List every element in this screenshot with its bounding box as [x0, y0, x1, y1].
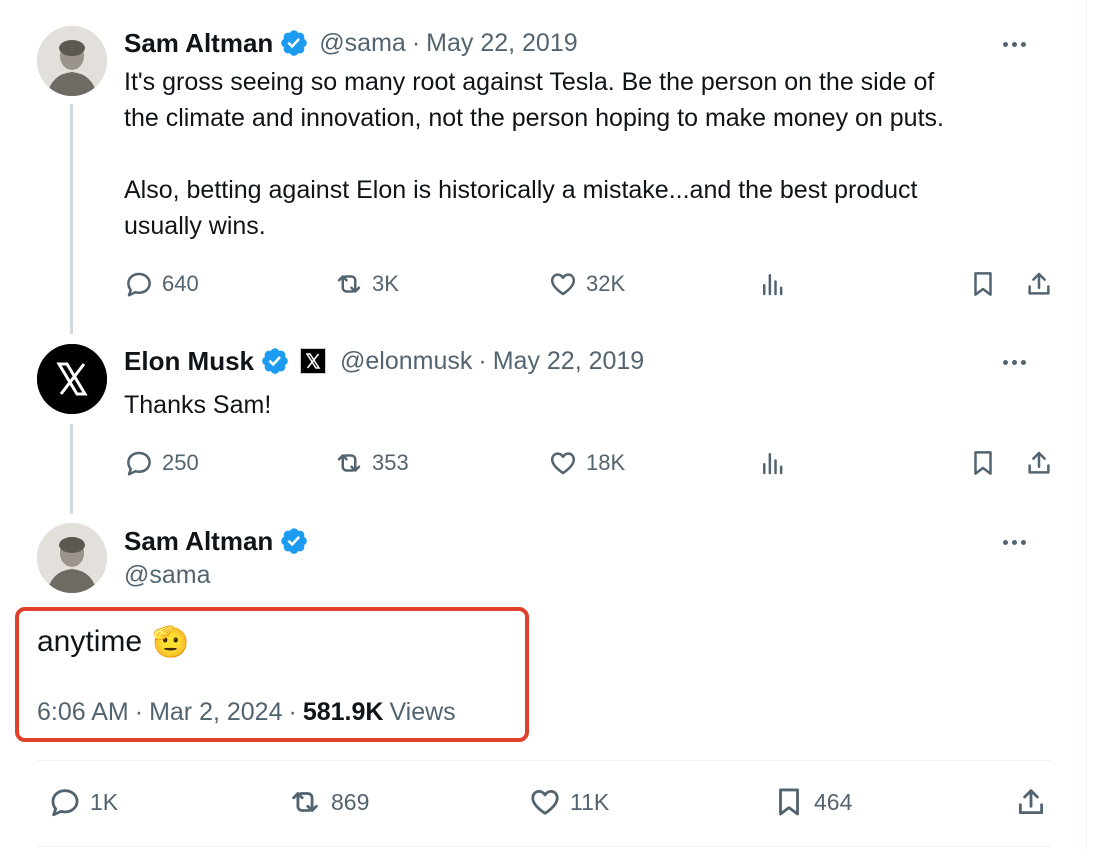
- views-icon: [763, 274, 783, 296]
- like-button[interactable]: 32K: [548, 269, 625, 299]
- thread-line: [70, 424, 73, 514]
- reply-count: 1K: [90, 788, 119, 815]
- main-tweet-header: Sam Altman: [124, 524, 309, 558]
- tweet-date[interactable]: May 22, 2019: [426, 29, 578, 58]
- reply-count: 640: [162, 271, 199, 296]
- tweet-text-line: usually wins.: [124, 212, 266, 240]
- like-icon: [531, 789, 559, 815]
- reply-button[interactable]: 250: [124, 448, 199, 478]
- retweet-icon: [337, 454, 361, 472]
- reply-icon: [127, 451, 151, 476]
- avatar-elon[interactable]: [37, 344, 107, 414]
- tweet-text-blank: [124, 136, 1064, 172]
- retweet-button[interactable]: 869: [287, 785, 369, 819]
- verified-badge-icon: [281, 30, 308, 56]
- reply-button[interactable]: 640: [124, 269, 199, 299]
- reply-count: 250: [162, 450, 199, 475]
- bookmark-button[interactable]: [968, 269, 998, 299]
- tweet-text-line: the climate and innovation, not the pers…: [124, 104, 944, 132]
- retweet-button[interactable]: 353: [334, 448, 409, 478]
- share-button[interactable]: [1014, 785, 1048, 819]
- divider: [37, 760, 1051, 761]
- share-icon: [1028, 272, 1050, 295]
- views-button[interactable]: [758, 448, 788, 478]
- author-handle[interactable]: @sama: [124, 561, 211, 590]
- more-icon[interactable]: [1003, 360, 1026, 365]
- separator-dot: ·: [478, 346, 487, 375]
- tweet-text-line: Also, betting against Elon is historical…: [124, 176, 918, 204]
- thread-line: [70, 104, 73, 334]
- bookmark-count: 464: [814, 788, 853, 815]
- like-count: 11K: [570, 788, 610, 815]
- bookmark-button[interactable]: 464: [772, 785, 852, 819]
- highlight-box: [15, 607, 529, 742]
- tweet-2-text: Thanks Sam!: [124, 391, 272, 419]
- views-button[interactable]: [758, 269, 788, 299]
- separator-dot: ·: [411, 28, 421, 57]
- tweet-1-text: It's gross seeing so many root against T…: [124, 64, 1064, 244]
- tweet-text-line: It's gross seeing so many root against T…: [124, 68, 935, 96]
- reply-button[interactable]: 1K: [48, 785, 118, 819]
- tweet-thread: Sam Altman @sama · May 22, 2019 It's gro…: [0, 0, 1087, 850]
- retweet-count: 353: [372, 450, 409, 475]
- like-icon: [550, 452, 576, 475]
- like-count: 32K: [586, 271, 626, 296]
- bookmark-icon: [974, 272, 992, 296]
- share-icon: [1018, 789, 1044, 815]
- x-logo-icon: [37, 344, 107, 414]
- like-button[interactable]: 18K: [548, 448, 625, 478]
- share-button[interactable]: [1024, 448, 1054, 478]
- author-name[interactable]: Elon Musk: [124, 346, 254, 377]
- avatar-sam[interactable]: [37, 523, 107, 593]
- author-name[interactable]: Sam Altman: [124, 28, 273, 59]
- like-count: 18K: [586, 450, 626, 475]
- divider: [37, 846, 1051, 847]
- views-icon: [763, 453, 783, 475]
- author-handle[interactable]: @sama: [319, 29, 406, 58]
- bookmark-icon: [974, 451, 992, 475]
- avatar-sam[interactable]: [37, 26, 107, 96]
- like-icon: [550, 273, 576, 296]
- more-icon[interactable]: [1003, 42, 1026, 47]
- tweet-2-header: Elon Musk @elonmusk · May 22, 2019: [124, 344, 644, 378]
- retweet-count: 869: [331, 788, 370, 815]
- retweet-button[interactable]: 3K: [334, 269, 399, 299]
- tweet-1-header: Sam Altman @sama · May 22, 2019: [124, 26, 578, 60]
- retweet-count: 3K: [372, 271, 399, 296]
- bookmark-button[interactable]: [968, 448, 998, 478]
- share-button[interactable]: [1024, 269, 1054, 299]
- bookmark-icon: [779, 788, 799, 816]
- x-affiliate-icon[interactable]: [300, 348, 327, 374]
- author-handle[interactable]: @elonmusk: [340, 347, 472, 376]
- verified-badge-icon: [281, 528, 308, 554]
- author-name[interactable]: Sam Altman: [124, 526, 273, 557]
- retweet-icon: [292, 792, 318, 812]
- reply-icon: [127, 272, 151, 297]
- tweet-date[interactable]: May 22, 2019: [493, 347, 645, 376]
- retweet-icon: [337, 275, 361, 293]
- reply-icon: [51, 789, 79, 817]
- more-icon[interactable]: [1003, 540, 1026, 545]
- share-icon: [1028, 451, 1050, 474]
- verified-badge-icon: [262, 348, 288, 374]
- like-button[interactable]: 11K: [528, 785, 609, 819]
